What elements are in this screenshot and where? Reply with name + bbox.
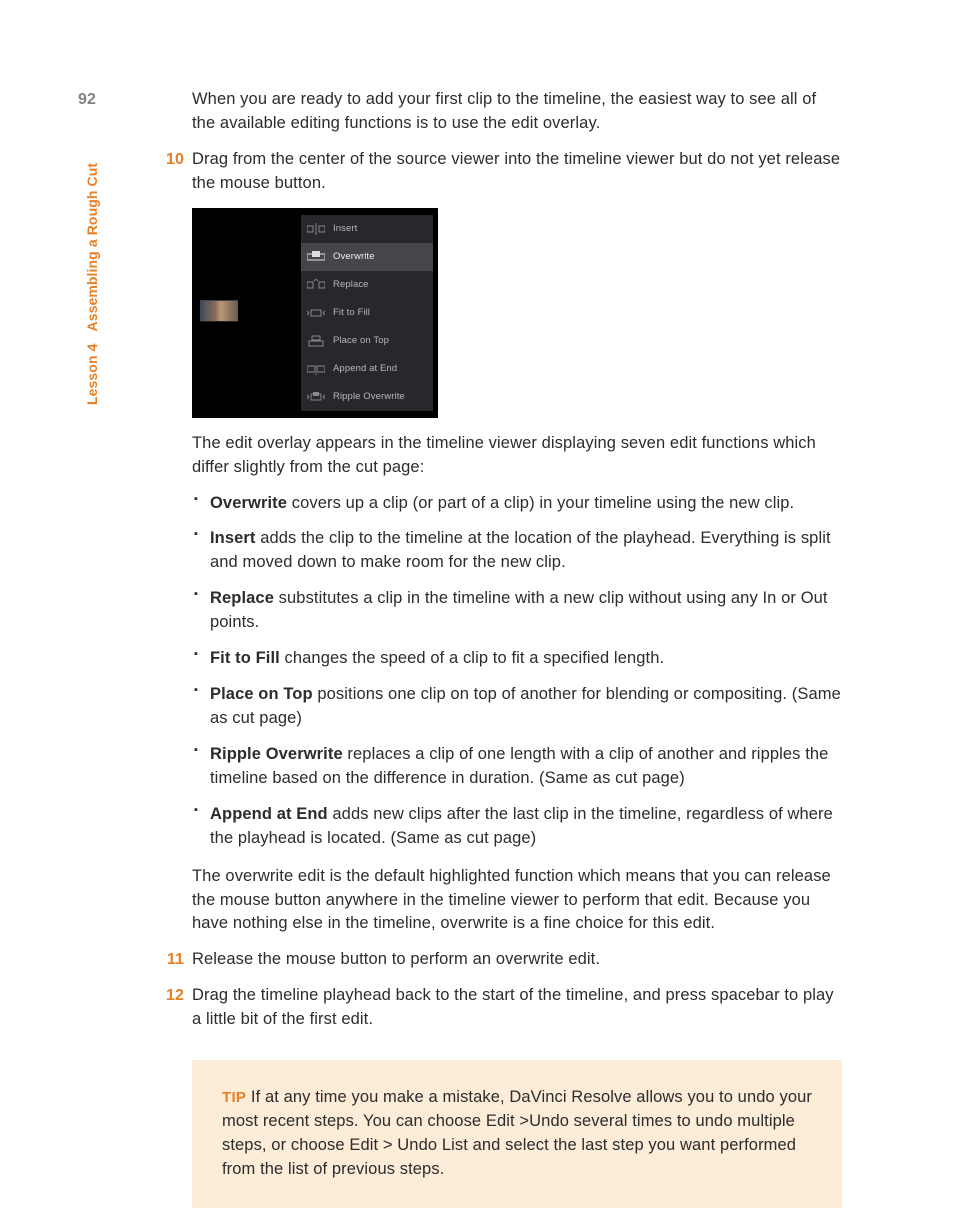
after-bullets-paragraph: The overwrite edit is the default highli… (192, 865, 842, 937)
overlay-item-overwrite: Overwrite (301, 243, 433, 271)
clip-thumbnail (200, 300, 238, 322)
step-12: 12 Drag the timeline playhead back to th… (192, 984, 842, 1032)
lesson-title: Assembling a Rough Cut (84, 163, 100, 332)
list-item: Ripple Overwrite replaces a clip of one … (192, 743, 842, 791)
list-item: Overwrite covers up a clip (or part of a… (192, 492, 842, 516)
overlay-label: Append at End (333, 362, 397, 376)
overlay-item-ripple-overwrite: Ripple Overwrite (301, 383, 433, 411)
side-section-label: Lesson 4 Assembling a Rough Cut (82, 163, 102, 405)
overwrite-icon (307, 251, 325, 263)
place-on-top-icon (307, 335, 325, 347)
overlay-item-replace: Replace (301, 271, 433, 299)
step-number-10: 10 (156, 148, 184, 171)
overlay-label: Insert (333, 222, 357, 236)
lesson-number: Lesson 4 (84, 344, 100, 406)
overlay-item-append-at-end: Append at End (301, 355, 433, 383)
step-number-11: 11 (156, 948, 184, 971)
list-item: Fit to Fill changes the speed of a clip … (192, 647, 842, 671)
append-at-end-icon (307, 363, 325, 375)
term: Place on Top (210, 685, 313, 703)
desc: substitutes a clip in the timeline with … (210, 589, 828, 631)
edit-overlay-figure: Insert Overwrite Replace Fit to Fill Pla… (192, 208, 438, 418)
desc: adds the clip to the timeline at the loc… (210, 529, 831, 571)
after-overlay-paragraph: The edit overlay appears in the timeline… (192, 432, 842, 480)
overlay-label: Replace (333, 278, 369, 292)
list-item: Append at End adds new clips after the l… (192, 803, 842, 851)
tip-body: If at any time you make a mistake, DaVin… (222, 1088, 812, 1178)
term: Insert (210, 529, 256, 547)
tip-text: TIP If at any time you make a mistake, D… (222, 1086, 812, 1182)
step-10: 10 Drag from the center of the source vi… (192, 148, 842, 196)
list-item: Insert adds the clip to the timeline at … (192, 527, 842, 575)
overlay-item-place-on-top: Place on Top (301, 327, 433, 355)
insert-icon (307, 223, 325, 235)
overlay-label: Ripple Overwrite (333, 390, 405, 404)
term: Fit to Fill (210, 649, 280, 667)
overlay-item-insert: Insert (301, 215, 433, 243)
ripple-overwrite-icon (307, 391, 325, 403)
fit-to-fill-icon (307, 307, 325, 319)
list-item: Replace substitutes a clip in the timeli… (192, 587, 842, 635)
overlay-label: Fit to Fill (333, 306, 370, 320)
page-number: 92 (78, 88, 96, 111)
step-10-text: Drag from the center of the source viewe… (192, 148, 842, 196)
overlay-item-fit-to-fill: Fit to Fill (301, 299, 433, 327)
overlay-label: Place on Top (333, 334, 389, 348)
list-item: Place on Top positions one clip on top o… (192, 683, 842, 731)
tip-label: TIP (222, 1089, 246, 1106)
content-area: When you are ready to add your first cli… (192, 88, 842, 1208)
replace-icon (307, 279, 325, 291)
term: Replace (210, 589, 274, 607)
bullet-list: Overwrite covers up a clip (or part of a… (192, 492, 842, 851)
term: Ripple Overwrite (210, 745, 343, 763)
tip-callout: TIP If at any time you make a mistake, D… (192, 1060, 842, 1208)
term: Overwrite (210, 494, 287, 512)
step-number-12: 12 (156, 984, 184, 1007)
step-12-text: Drag the timeline playhead back to the s… (192, 984, 842, 1032)
desc: changes the speed of a clip to fit a spe… (280, 649, 664, 667)
intro-paragraph: When you are ready to add your first cli… (192, 88, 842, 136)
overlay-label: Overwrite (333, 250, 375, 264)
desc: covers up a clip (or part of a clip) in … (287, 494, 794, 512)
step-11: 11 Release the mouse button to perform a… (192, 948, 842, 972)
term: Append at End (210, 805, 328, 823)
edit-overlay-menu: Insert Overwrite Replace Fit to Fill Pla… (301, 215, 433, 411)
step-11-text: Release the mouse button to perform an o… (192, 948, 842, 972)
